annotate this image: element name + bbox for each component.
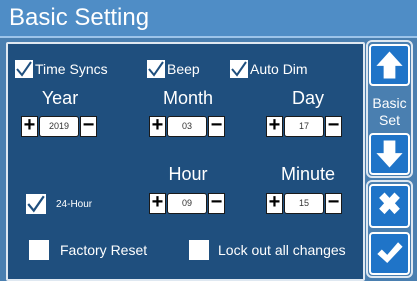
auto-dim-checkbox[interactable] xyxy=(230,60,248,78)
month-decrease-button[interactable]: − xyxy=(208,114,225,137)
minute-increase-button[interactable]: + xyxy=(266,191,283,214)
factory-reset-label: Factory Reset xyxy=(60,242,148,258)
cancel-button[interactable] xyxy=(369,184,410,228)
title-bar: Basic Setting xyxy=(0,0,417,38)
day-increase-button[interactable]: + xyxy=(266,114,283,137)
page-title: Basic Setting xyxy=(9,4,150,31)
page-label-line1: Basic xyxy=(372,95,407,111)
year-decrease-button[interactable]: + xyxy=(21,114,38,137)
month-value[interactable]: 03 xyxy=(167,116,207,137)
time-syncs-checkbox[interactable] xyxy=(15,60,33,78)
up-arrow-icon xyxy=(376,51,403,79)
page-label-line2: Set xyxy=(378,112,400,128)
minute-value[interactable]: 15 xyxy=(284,193,324,214)
hour-label: Hour xyxy=(168,164,208,184)
hour24-label: 24-Hour xyxy=(56,198,93,210)
minute-label: Minute xyxy=(280,164,336,184)
year-label: Year xyxy=(41,88,79,108)
hour-value[interactable]: 09 xyxy=(167,193,207,214)
beep-checkbox[interactable] xyxy=(147,60,165,78)
month-label: Month xyxy=(162,88,214,108)
lock-out-checkbox[interactable] xyxy=(189,240,209,260)
close-icon xyxy=(379,192,400,215)
auto-dim-label: Auto Dim xyxy=(250,61,308,77)
settings-panel: Time Syncs Beep Auto Dim Year Month Day … xyxy=(6,42,365,281)
factory-reset-checkbox[interactable] xyxy=(29,240,49,260)
auto-dim-toggle[interactable]: Auto Dim xyxy=(230,60,308,78)
year-value[interactable]: 2019 xyxy=(39,116,79,137)
hour24-toggle[interactable]: 24-Hour xyxy=(26,194,92,214)
time-syncs-label: Time Syncs xyxy=(35,61,108,77)
minute-stepper: + 15 − xyxy=(266,191,342,214)
confirm-button[interactable] xyxy=(369,232,410,275)
time-syncs-toggle[interactable]: Time Syncs xyxy=(15,60,108,78)
beep-toggle[interactable]: Beep xyxy=(147,60,200,78)
page-down-button[interactable] xyxy=(369,133,410,175)
beep-label: Beep xyxy=(167,61,200,77)
day-decrease-button[interactable]: − xyxy=(325,114,342,137)
lock-out-label: Lock out all changes xyxy=(218,242,346,258)
month-stepper: + 03 − xyxy=(149,114,225,137)
minute-decrease-button[interactable]: − xyxy=(325,191,342,214)
day-value[interactable]: 17 xyxy=(284,116,324,137)
hour-increase-button[interactable]: + xyxy=(149,191,166,214)
day-label: Day xyxy=(291,88,324,108)
day-stepper: + 17 − xyxy=(266,114,342,137)
year-increase-button[interactable]: − xyxy=(80,114,97,137)
hour-stepper: + 09 − xyxy=(149,191,225,214)
hour-decrease-button[interactable]: − xyxy=(208,191,225,214)
down-arrow-icon xyxy=(376,140,403,168)
page-up-button[interactable] xyxy=(369,44,410,86)
hour24-checkbox[interactable] xyxy=(26,194,46,214)
year-stepper: + 2019 − xyxy=(21,114,97,137)
check-icon xyxy=(377,242,403,263)
month-increase-button[interactable]: + xyxy=(149,114,166,137)
